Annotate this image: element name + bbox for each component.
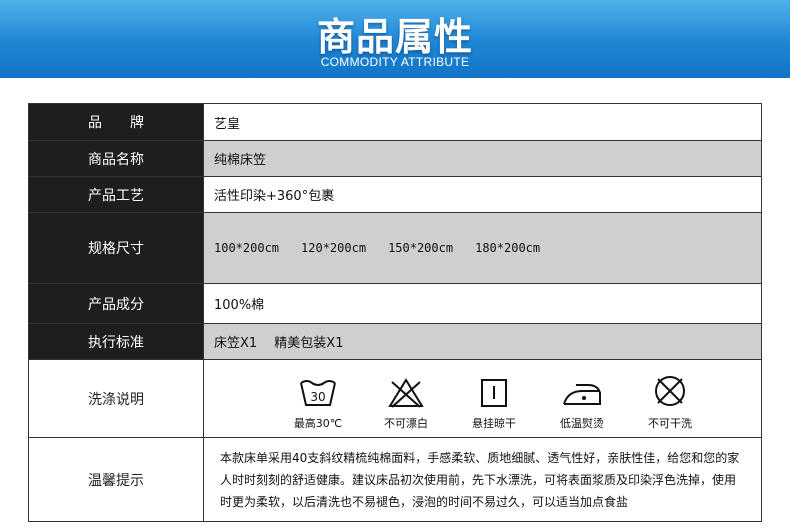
value-composition: 100%棉 — [204, 284, 761, 323]
row-washing: 洗涤说明 30 最高30℃ 不可漂白 悬挂晾干 低温熨烫 不可干洗 — [29, 360, 761, 438]
label-sizes: 规格尺寸 — [29, 213, 204, 283]
header-banner: 商品属性 COMMODITY ATTRIBUTE — [0, 0, 790, 78]
hang-dry-icon — [481, 379, 507, 407]
care-item: 低温熨烫 — [538, 377, 626, 431]
value-product-name: 纯棉床笠 — [204, 141, 761, 176]
no-bleach-icon — [388, 378, 424, 408]
care-item: 悬挂晾干 — [450, 377, 538, 431]
label-washing: 洗涤说明 — [29, 360, 204, 437]
row-brand: 品 牌 艺皇 — [29, 104, 761, 141]
value-washing: 30 最高30℃ 不可漂白 悬挂晾干 低温熨烫 不可干洗 — [204, 360, 761, 437]
row-composition: 产品成分 100%棉 — [29, 284, 761, 324]
value-standard: 床笠X1 精美包装X1 — [204, 324, 761, 359]
care-item: 不可干洗 — [626, 373, 714, 431]
banner-subtitle: COMMODITY ATTRIBUTE — [320, 55, 470, 69]
row-product-name: 商品名称 纯棉床笠 — [29, 141, 761, 177]
wash-temp: 30 — [310, 390, 325, 404]
row-craft: 产品工艺 活性印染+360°包裹 — [29, 177, 761, 213]
wash-30-icon: 30 — [300, 380, 336, 406]
value-craft: 活性印染+360°包裹 — [204, 177, 761, 212]
care-label: 最高30℃ — [293, 417, 343, 430]
attribute-table: 品 牌 艺皇 商品名称 纯棉床笠 产品工艺 活性印染+360°包裹 规格尺寸 1… — [28, 103, 762, 522]
care-label: 不可干洗 — [648, 417, 692, 430]
size-option: 180*200cm — [475, 241, 541, 255]
label-composition: 产品成分 — [29, 284, 204, 323]
label-tips: 温馨提示 — [29, 438, 204, 521]
care-item: 30 最高30℃ — [274, 377, 362, 431]
label-brand: 品 牌 — [29, 104, 204, 140]
low-iron-icon — [563, 384, 601, 405]
row-tips: 温馨提示 本款床单采用40支斜纹精梳纯棉面料，手感柔软、质地细腻、透气性好，亲肤… — [29, 438, 761, 521]
label-product-name: 商品名称 — [29, 141, 204, 176]
row-sizes: 规格尺寸 100*200cm 120*200cm 150*200cm 180*2… — [29, 213, 761, 284]
label-craft: 产品工艺 — [29, 177, 204, 212]
care-item: 不可漂白 — [362, 377, 450, 431]
value-sizes: 100*200cm 120*200cm 150*200cm 180*200cm — [204, 213, 761, 283]
care-label: 悬挂晾干 — [472, 417, 516, 430]
size-option: 120*200cm — [301, 241, 367, 255]
no-dry-clean-icon — [655, 376, 685, 406]
banner-title: 商品属性 — [316, 15, 473, 59]
care-label: 不可漂白 — [384, 417, 428, 430]
value-tips: 本款床单采用40支斜纹精梳纯棉面料，手感柔软、质地细腻、透气性好，亲肤性佳，给您… — [204, 438, 761, 521]
care-label: 低温熨烫 — [560, 417, 604, 430]
value-brand: 艺皇 — [204, 104, 761, 140]
row-standard: 执行标准 床笠X1 精美包装X1 — [29, 324, 761, 360]
label-standard: 执行标准 — [29, 324, 204, 359]
size-option: 150*200cm — [388, 241, 454, 255]
size-option: 100*200cm — [214, 241, 280, 255]
